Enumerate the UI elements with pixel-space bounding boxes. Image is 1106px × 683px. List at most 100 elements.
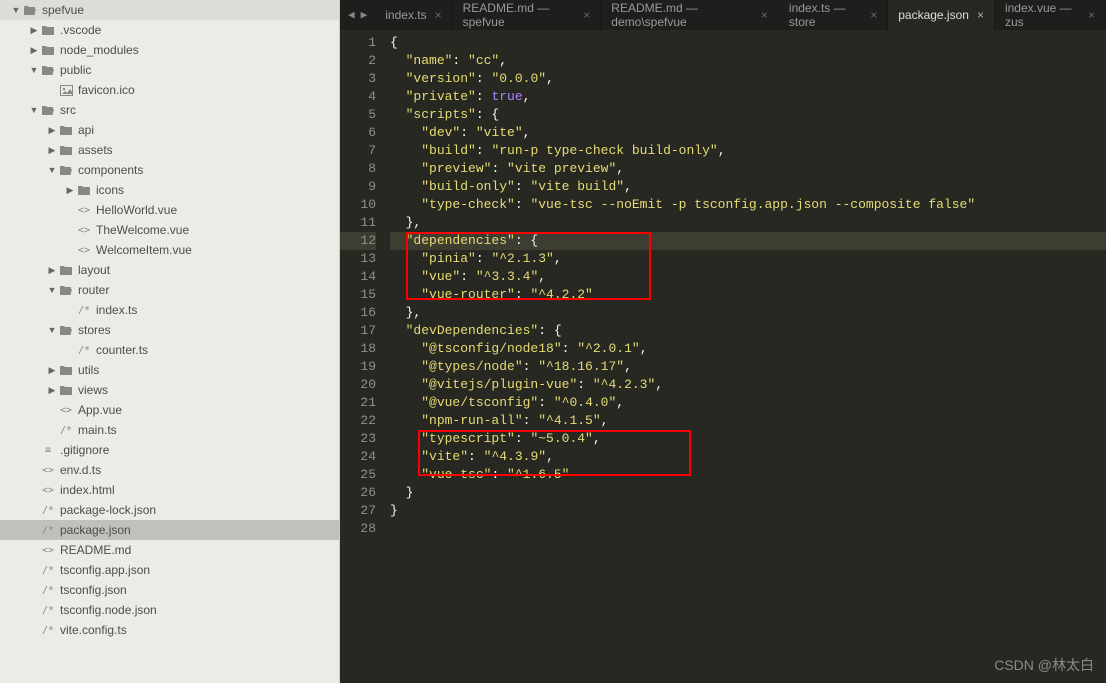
chevron-right-icon[interactable]: ▶ [46,125,58,136]
tab-index-ts[interactable]: index.ts× [375,0,452,30]
gear-icon: ≡ [40,445,56,456]
code-line[interactable]: "version": "0.0.0", [390,70,1106,88]
code-line[interactable]: { [390,34,1106,52]
tree-item-views[interactable]: ▶views [0,380,339,400]
code-line[interactable]: }, [390,214,1106,232]
tree-item-favicon-ico[interactable]: favicon.ico [0,80,339,100]
code-line[interactable]: "private": true, [390,88,1106,106]
tab-index-vue---zus[interactable]: index.vue — zus× [995,0,1106,30]
chevron-right-icon[interactable]: ▶ [28,25,40,36]
code-line[interactable]: }, [390,304,1106,322]
tree-item-router[interactable]: ▼router [0,280,339,300]
tree-item-icons[interactable]: ▶icons [0,180,339,200]
file-explorer-sidebar[interactable]: ▼spefvue▶.vscode▶node_modules▼public favi… [0,0,340,683]
folder-icon [58,364,74,376]
code-line[interactable]: "preview": "vite preview", [390,160,1106,178]
tree-item-index-html[interactable]: <>index.html [0,480,339,500]
tree-item-welcomeitem-vue[interactable]: <>WelcomeItem.vue [0,240,339,260]
chevron-right-icon[interactable]: ▶ [46,265,58,276]
tree-item-helloworld-vue[interactable]: <>HelloWorld.vue [0,200,339,220]
close-icon[interactable]: × [977,8,984,22]
close-icon[interactable]: × [583,8,590,22]
code-line[interactable]: "type-check": "vue-tsc --noEmit -p tscon… [390,196,1106,214]
code-line[interactable]: "@tsconfig/node18": "^2.0.1", [390,340,1106,358]
tree-item-utils[interactable]: ▶utils [0,360,339,380]
tree-item-package-lock-json[interactable]: /*package-lock.json [0,500,339,520]
code-line[interactable]: "dependencies": { [390,232,1106,250]
tree-item-label: assets [78,143,113,157]
tree-item-label: App.vue [78,403,122,417]
tab-package-json[interactable]: package.json× [888,0,995,30]
folder-icon [58,264,74,276]
code-line[interactable]: } [390,484,1106,502]
tab-next-icon[interactable]: ▶ [361,8,368,22]
chevron-right-icon[interactable]: ▶ [46,365,58,376]
code-line[interactable]: "typescript": "~5.0.4", [390,430,1106,448]
chevron-down-icon[interactable]: ▼ [10,5,22,15]
tree-item--vscode[interactable]: ▶.vscode [0,20,339,40]
tree-item-components[interactable]: ▼components [0,160,339,180]
tree-item-main-ts[interactable]: /*main.ts [0,420,339,440]
code-line[interactable]: "vue-tsc": "^1.6.5" [390,466,1106,484]
code-editor[interactable]: 1234567891011121314151617181920212223242… [340,30,1106,683]
tree-item-label: README.md [60,543,131,557]
tree-item-tsconfig-app-json[interactable]: /*tsconfig.app.json [0,560,339,580]
code-line[interactable]: "scripts": { [390,106,1106,124]
close-icon[interactable]: × [435,8,442,22]
tree-item-vite-config-ts[interactable]: /*vite.config.ts [0,620,339,640]
code-line[interactable]: "vue-router": "^4.2.2" [390,286,1106,304]
close-icon[interactable]: × [761,8,768,22]
chevron-down-icon[interactable]: ▼ [46,325,58,335]
tab-readme-md---spefvue[interactable]: README.md — spefvue× [453,0,602,30]
tree-item-public[interactable]: ▼public [0,60,339,80]
tree-item-index-ts[interactable]: /*index.ts [0,300,339,320]
tree-item-package-json[interactable]: /*package.json [0,520,339,540]
chevron-down-icon[interactable]: ▼ [28,65,40,75]
tree-item-app-vue[interactable]: <>App.vue [0,400,339,420]
tree-item-thewelcome-vue[interactable]: <>TheWelcome.vue [0,220,339,240]
code-line[interactable]: "name": "cc", [390,52,1106,70]
tab-readme-md---demo-spefvue[interactable]: README.md — demo\spefvue× [601,0,779,30]
chevron-right-icon[interactable]: ▶ [28,45,40,56]
code-area[interactable]: { "name": "cc", "version": "0.0.0", "pri… [390,30,1106,683]
chevron-down-icon[interactable]: ▼ [46,165,58,175]
chevron-down-icon[interactable]: ▼ [28,105,40,115]
close-icon[interactable]: × [870,8,877,22]
tree-item--gitignore[interactable]: ≡.gitignore [0,440,339,460]
tree-item-stores[interactable]: ▼ stores [0,320,339,340]
tree-item-tsconfig-node-json[interactable]: /*tsconfig.node.json [0,600,339,620]
folder-icon [58,144,74,156]
code-line[interactable]: "dev": "vite", [390,124,1106,142]
tree-item-tsconfig-json[interactable]: /*tsconfig.json [0,580,339,600]
code-line[interactable]: "build": "run-p type-check build-only", [390,142,1106,160]
code-line[interactable]: "vite": "^4.3.9", [390,448,1106,466]
tree-item-label: favicon.ico [78,83,135,97]
code-line[interactable]: "@types/node": "^18.16.17", [390,358,1106,376]
tree-item-env-d-ts[interactable]: <>env.d.ts [0,460,339,480]
tree-item-spefvue[interactable]: ▼spefvue [0,0,339,20]
code-line[interactable]: "@vitejs/plugin-vue": "^4.2.3", [390,376,1106,394]
tab-prev-icon[interactable]: ◀ [348,8,355,22]
code-line[interactable]: "vue": "^3.3.4", [390,268,1106,286]
tree-item-label: stores [78,323,111,337]
tree-item-src[interactable]: ▼src [0,100,339,120]
tree-item-api[interactable]: ▶api [0,120,339,140]
code-line[interactable]: "pinia": "^2.1.3", [390,250,1106,268]
code-line[interactable]: "devDependencies": { [390,322,1106,340]
tree-item-readme-md[interactable]: <>README.md [0,540,339,560]
tree-item-counter-ts[interactable]: /*counter.ts [0,340,339,360]
tree-item-assets[interactable]: ▶ assets [0,140,339,160]
chevron-right-icon[interactable]: ▶ [46,145,58,156]
close-icon[interactable]: × [1088,8,1095,22]
code-line[interactable]: "build-only": "vite build", [390,178,1106,196]
tab-index-ts---store[interactable]: index.ts — store× [779,0,888,30]
code-line[interactable]: } [390,502,1106,520]
code-line[interactable]: "@vue/tsconfig": "^0.4.0", [390,394,1106,412]
chevron-right-icon[interactable]: ▶ [46,385,58,396]
chevron-down-icon[interactable]: ▼ [46,285,58,295]
tree-item-layout[interactable]: ▶layout [0,260,339,280]
chevron-right-icon[interactable]: ▶ [64,185,76,196]
tree-item-node-modules[interactable]: ▶node_modules [0,40,339,60]
code-line[interactable]: "npm-run-all": "^4.1.5", [390,412,1106,430]
code-line[interactable] [390,520,1106,538]
